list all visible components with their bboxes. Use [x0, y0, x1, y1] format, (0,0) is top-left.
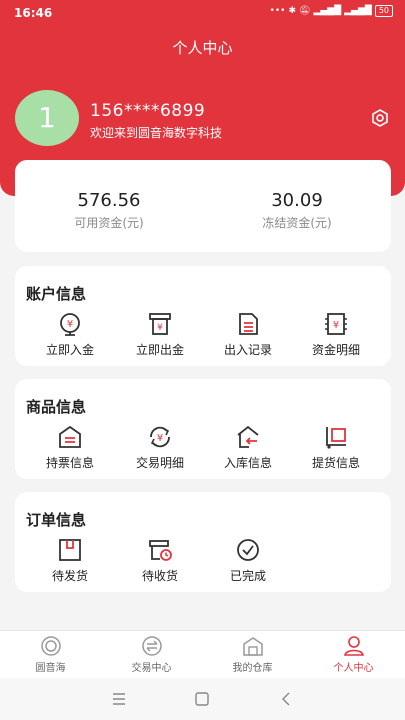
account-section-title: 账户信息 [26, 285, 87, 303]
available-label: 可用资金(元) [74, 216, 144, 230]
deposit-icon: ¥ [60, 313, 80, 336]
orders-section-title: 订单信息 [26, 511, 87, 529]
mute-icon: 🔕︎ [299, 6, 311, 16]
tab-my-warehouse-label: 我的仓库 [232, 663, 273, 674]
tab-profile[interactable]: 个人中心 [303, 635, 404, 674]
status-icons: ••• ✱ 🔕︎ ▂▄▆█ ▂▄▆█ 50 [270, 5, 393, 17]
deposit-button[interactable]: ¥ 立即入金 [23, 311, 117, 358]
tab-home-label: 圆音海 [35, 663, 66, 674]
goods-section-title: 商品信息 [26, 398, 87, 416]
svg-text:¥: ¥ [157, 433, 163, 444]
signal-icon-2: ▂▄▆█ [344, 6, 372, 16]
trade-detail-button[interactable]: ¥ 交易明细 [113, 424, 207, 471]
to-ship-button[interactable]: 待发货 [23, 537, 117, 584]
to-receive-icon [149, 540, 172, 561]
withdraw-label: 立即出金 [135, 343, 184, 357]
more-dots-icon: ••• [269, 6, 286, 16]
completed-button[interactable]: 已完成 [201, 537, 295, 584]
tab-my-warehouse[interactable]: 我的仓库 [202, 635, 303, 674]
holding-icon [59, 425, 81, 448]
tab-trade-center[interactable]: 交易中心 [101, 635, 202, 674]
pickup-icon [326, 427, 346, 449]
pickup-button[interactable]: 提货信息 [289, 424, 383, 471]
frozen-label: 冻结资金(元) [262, 216, 332, 230]
page-title: 个人中心 [172, 39, 233, 57]
avatar[interactable]: 1 [15, 90, 79, 146]
to-receive-label: 待收货 [141, 569, 178, 583]
available-balance[interactable]: 576.56 可用资金(元) [15, 190, 203, 231]
to-receive-button[interactable]: 待收货 [113, 537, 207, 584]
warehouse-in-label: 入库信息 [223, 456, 272, 470]
frozen-value: 30.09 [271, 190, 323, 211]
available-value: 576.56 [77, 190, 141, 211]
tab-trade-center-label: 交易中心 [131, 663, 172, 674]
tab-profile-label: 个人中心 [333, 663, 374, 674]
home-nav-icon[interactable] [193, 690, 211, 708]
fund-detail-button[interactable]: ¥ 资金明细 [289, 311, 383, 358]
to-ship-label: 待发货 [51, 569, 88, 583]
fund-detail-label: 资金明细 [311, 343, 360, 357]
status-time: 16:46 [14, 6, 53, 20]
system-nav-bar [0, 678, 405, 720]
back-icon[interactable] [278, 690, 296, 708]
to-ship-icon [59, 539, 81, 561]
balance-card: 576.56 可用资金(元) 30.09 冻结资金(元) [15, 160, 391, 252]
signal-icon: ▂▄▆█ [313, 6, 342, 16]
my-warehouse-icon [242, 637, 263, 656]
svg-text:¥: ¥ [333, 320, 339, 331]
completed-icon [237, 539, 259, 561]
menu-icon[interactable] [110, 690, 128, 708]
trade-center-icon [141, 636, 162, 656]
svg-text:¥: ¥ [157, 323, 163, 333]
trade-detail-icon: ¥ [150, 426, 170, 448]
battery-icon: 50 [374, 5, 393, 17]
deposit-label: 立即入金 [45, 343, 94, 357]
profile-icon [343, 636, 364, 656]
tab-home[interactable]: 圆音海 [0, 635, 101, 674]
completed-label: 已完成 [229, 569, 266, 583]
svg-text:¥: ¥ [67, 319, 73, 330]
withdraw-button[interactable]: ¥ 立即出金 [113, 311, 207, 358]
home-icon [40, 636, 61, 656]
bottom-tab-bar: 圆音海 交易中心 我的仓库 个人中心 [0, 630, 405, 678]
pickup-label: 提货信息 [311, 456, 360, 470]
trade-detail-label: 交易明细 [135, 456, 184, 470]
fund-detail-icon: ¥ [325, 313, 347, 335]
bluetooth-icon: ✱ [288, 6, 296, 16]
record-icon [239, 313, 258, 335]
holding-button[interactable]: 持票信息 [23, 424, 117, 471]
records-button[interactable]: 出入记录 [201, 311, 295, 358]
frozen-balance[interactable]: 30.09 冻结资金(元) [203, 190, 391, 231]
withdraw-icon: ¥ [149, 313, 171, 335]
welcome-text: 欢迎来到圆音海数字科技 [90, 126, 223, 140]
holding-label: 持票信息 [45, 456, 94, 470]
user-phone: 156****6899 [90, 101, 206, 121]
settings-icon[interactable] [370, 108, 390, 128]
status-bar: 16:46 ••• ✱ 🔕︎ ▂▄▆█ ▂▄▆█ 50 [0, 0, 405, 26]
warehouse-in-button[interactable]: 入库信息 [201, 424, 295, 471]
records-label: 出入记录 [223, 343, 272, 357]
warehouse-in-icon [237, 425, 259, 448]
